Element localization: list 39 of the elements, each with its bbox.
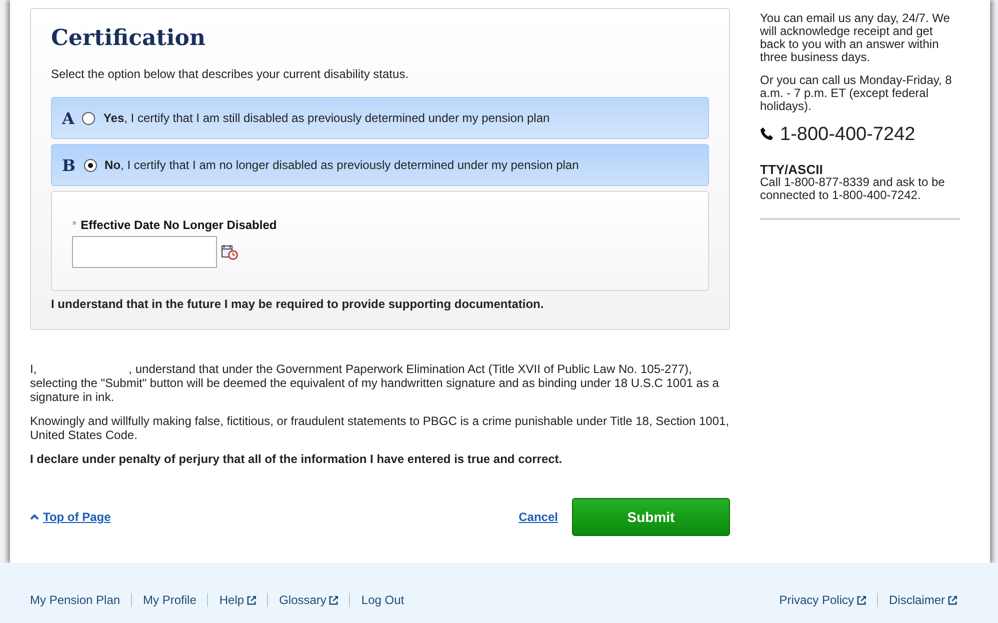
required-mark: *	[72, 218, 77, 232]
submit-button[interactable]: Submit	[572, 498, 730, 536]
calendar-clock-icon[interactable]	[221, 244, 238, 260]
radio-option[interactable]: A Yes, I certify that I am still disabled as previously determined under my pension plan	[51, 97, 709, 139]
contact-text: Or you can call us Monday-Friday, 8 a.m. - 7 p.m. ET (except federal holidays).	[760, 74, 953, 113]
declaration-text: I declare under penalty of perjury that all of the information I have entered is true and correct.	[30, 452, 564, 466]
external-link-icon	[329, 596, 338, 604]
tty-heading: TTY/ASCII	[760, 163, 824, 176]
radio-option[interactable]: B No, I certify that I am no longer disabled as previously determined under my pension plan	[51, 144, 709, 186]
statement-text: Knowingly and willfully making false, fictitious, or fraudulent statements to PBGC is a crime punishable under Title 18, Section 1001, United States Code.	[30, 414, 730, 442]
footer-link[interactable]: Privacy Policy	[779, 593, 877, 607]
section-title: Certification	[51, 25, 206, 51]
top-of-page-link[interactable]: Top of Page	[43, 510, 111, 524]
date-input-field[interactable]	[72, 236, 217, 268]
radio-button[interactable]	[84, 158, 97, 172]
option-letter: A	[62, 108, 74, 128]
footer-link[interactable]: My Profile	[131, 593, 208, 607]
instruction-text: Select the option below that describes your current disability status.	[51, 67, 410, 81]
caret-up-icon	[30, 514, 39, 520]
footer-link[interactable]: Glossary	[267, 593, 350, 607]
note-text: I understand that in the future I may be required to provide supporting documentation.	[51, 297, 545, 311]
tty-text: Call 1-800-877-8339 and ask to be connected to 1-800-400-7242.	[760, 176, 946, 202]
radio-button[interactable]	[82, 112, 96, 124]
footer-link[interactable]: Disclaimer	[876, 593, 968, 607]
signature-statement: I, , understand that under the Government Paperwork Elimination Act (Title XVII of Public Law No. 105-277), selecting the "Submit" button will be deemed the equivalent of my handwritten signature and as binding under 18 U.S.C 1001 as a signature in ink.	[30, 362, 720, 404]
external-link-icon	[247, 596, 256, 604]
field-label: Effective Date No Longer Disabled	[80, 218, 277, 232]
phone-icon	[760, 127, 774, 141]
cancel-link[interactable]: Cancel	[518, 510, 558, 524]
contact-text: You can email us any day, 24/7. We will acknowledge receipt and get back to you with an answer within three business days.	[760, 12, 951, 64]
footer-link[interactable]: My Pension Plan	[30, 593, 132, 607]
phone-number: 1-800-400-7242	[780, 128, 916, 140]
option-text: No, I certify that I am no longer disabled as previously determined under my pension plan	[104, 158, 579, 172]
external-link-icon	[856, 596, 866, 604]
footer-link[interactable]: Help	[207, 593, 268, 607]
external-link-icon	[948, 596, 957, 604]
option-letter: B	[62, 156, 76, 174]
option-text: Yes, I certify that I am still disabled as previously determined under my pension plan	[103, 111, 550, 125]
footer-link[interactable]: Log Out	[349, 593, 416, 607]
